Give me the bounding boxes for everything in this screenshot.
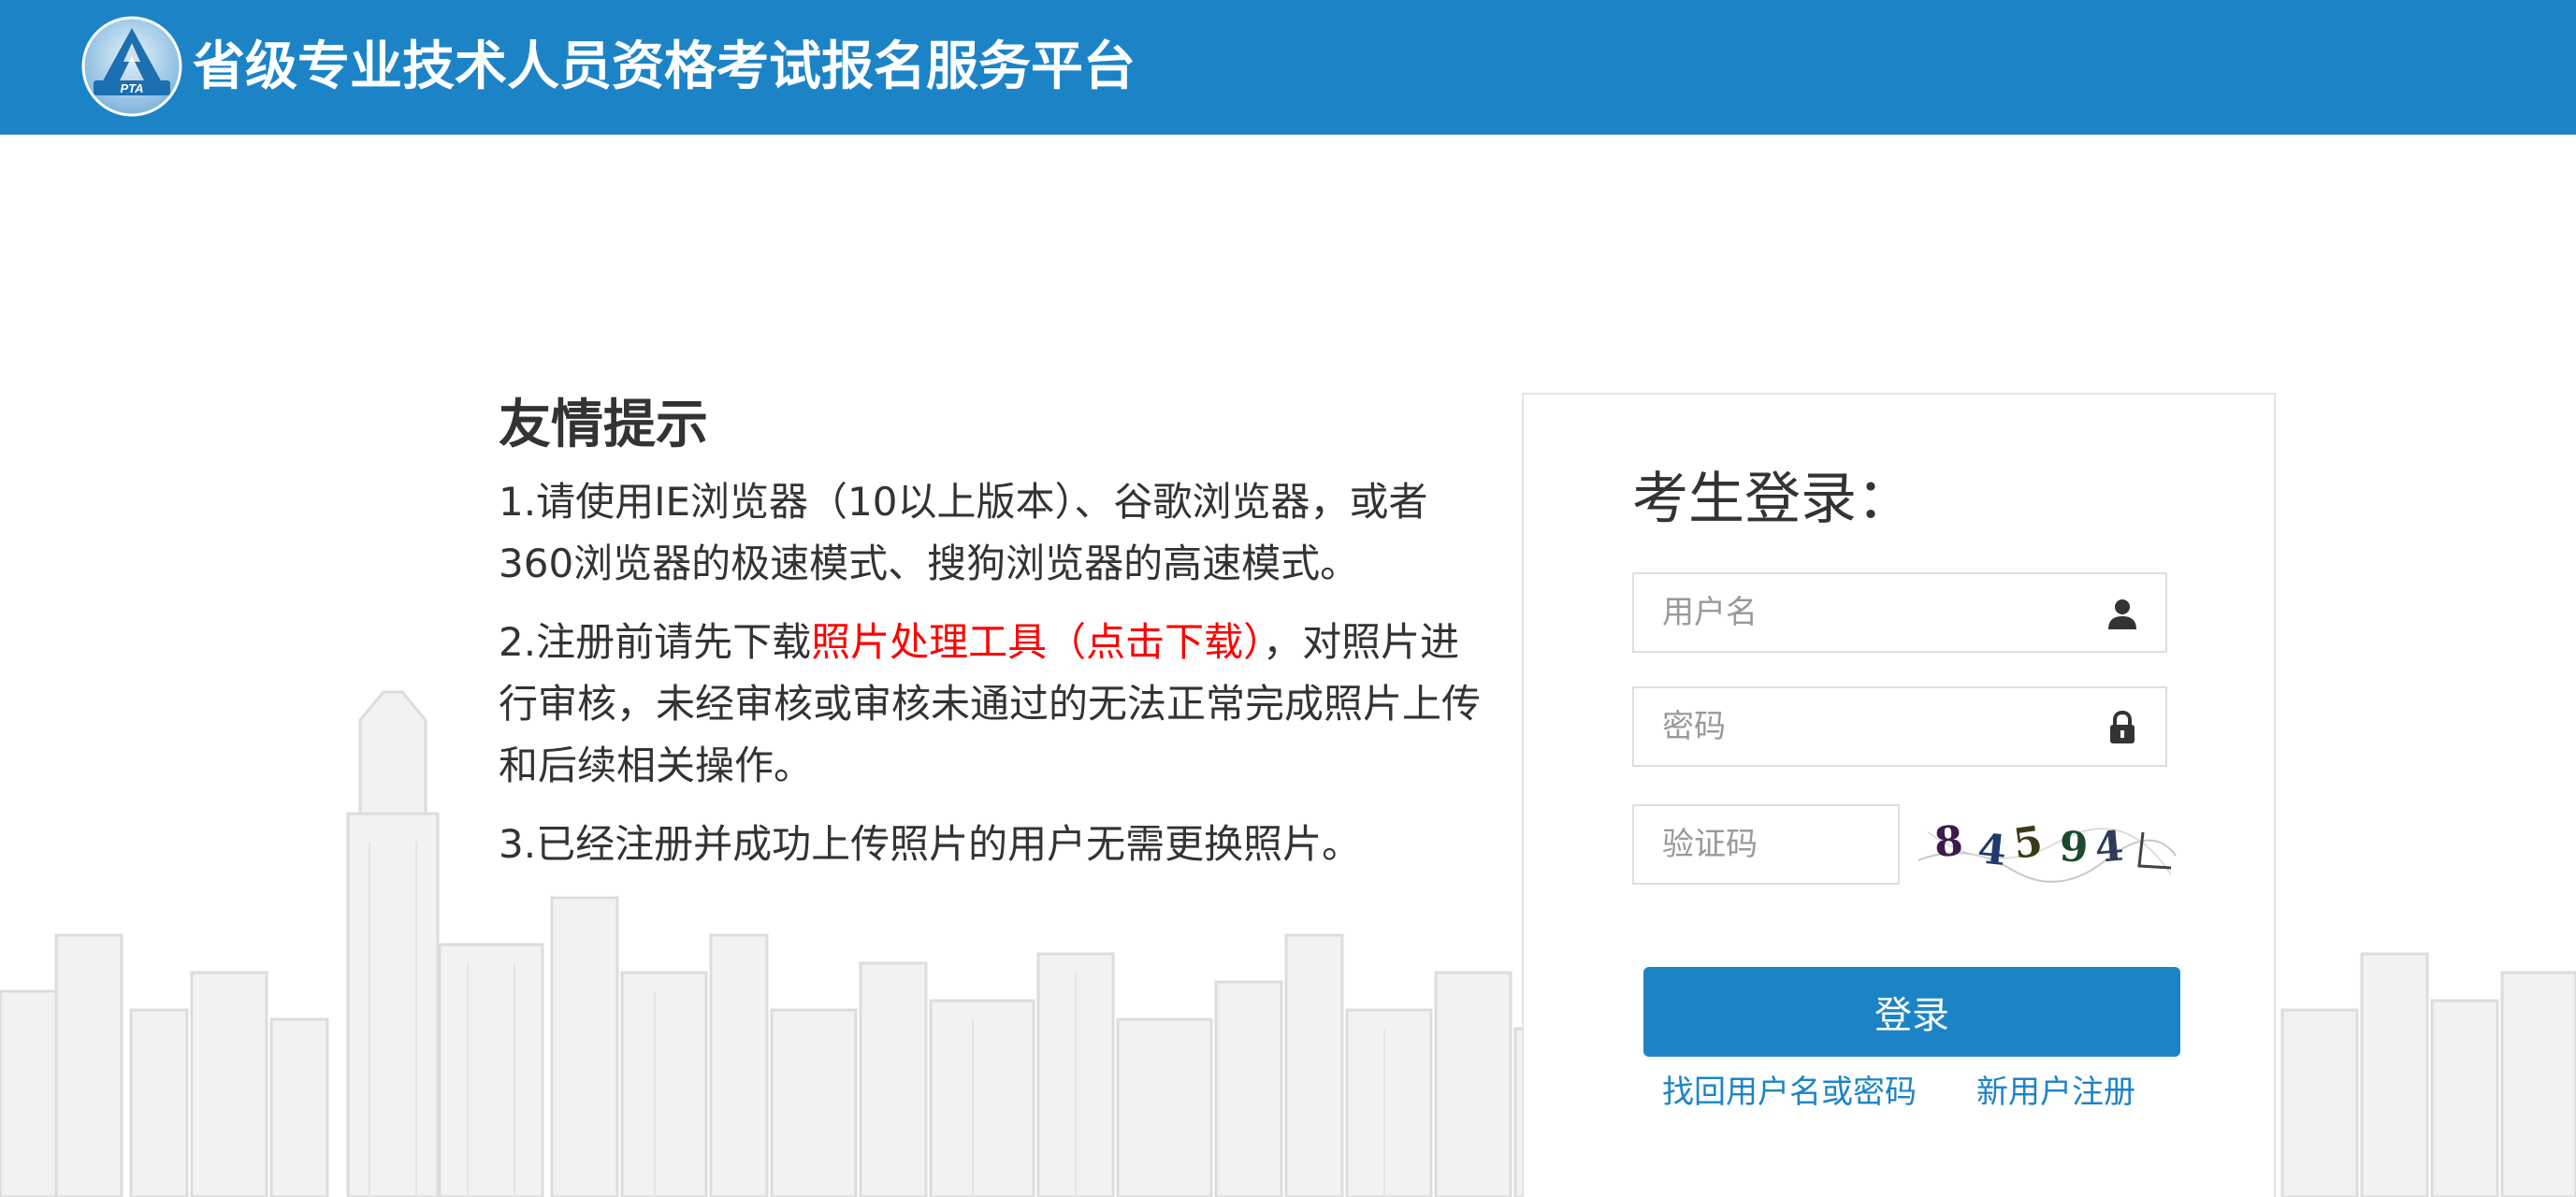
forgot-credentials-link[interactable]: 找回用户名或密码	[1662, 1070, 1917, 1115]
captcha-char-4: 9	[2058, 823, 2089, 873]
photo-tool-download-link[interactable]: 照片处理工具（点击下载）	[811, 619, 1263, 665]
login-title: 考生登录：	[1632, 467, 1913, 532]
user-icon	[2108, 599, 2136, 629]
captcha-char-5: 4	[2093, 822, 2126, 872]
tip-item-3: 3.已经注册并成功上传照片的用户无需更换照片。	[499, 821, 1362, 867]
tip-item-2-before: 2.注册前请先下载	[499, 619, 812, 665]
captcha-field	[1632, 804, 1900, 885]
captcha-image[interactable]: 8 4 5 9 4	[1909, 804, 2180, 885]
tips-title: 友情提示	[499, 395, 708, 455]
lock-icon	[2110, 710, 2135, 743]
captcha-input[interactable]	[1634, 806, 1898, 883]
top-header-bar: PTA 省级专业技术人员资格考试报名服务平台	[0, 0, 2576, 135]
site-title: 省级专业技术人员资格考试报名服务平台	[193, 36, 1136, 97]
username-input[interactable]	[1634, 574, 2165, 651]
password-field	[1632, 686, 2167, 767]
svg-text:PTA: PTA	[120, 81, 143, 95]
register-link[interactable]: 新用户注册	[1976, 1070, 2135, 1115]
captcha-char-1: 8	[1932, 817, 1964, 867]
tip-item-2: 2.注册前请先下载照片处理工具（点击下载），对照片进行审核，未经审核或审核未通过…	[499, 612, 1481, 797]
login-panel: 考生登录： 8 4 5 9 4 登录 找回用户名或密码 新用户注册	[1522, 393, 2276, 1197]
captcha-char-2: 4	[1975, 825, 2009, 875]
password-input[interactable]	[1634, 688, 2165, 765]
tips-section: 友情提示 1.请使用IE浏览器（10以上版本）、谷歌浏览器，或者360浏览器的极…	[499, 383, 1481, 892]
tip-item-1: 1.请使用IE浏览器（10以上版本）、谷歌浏览器，或者360浏览器的极速模式、搜…	[499, 479, 1428, 586]
pta-logo: PTA	[81, 16, 182, 117]
login-button[interactable]: 登录	[1643, 967, 2180, 1057]
username-field	[1632, 572, 2167, 653]
